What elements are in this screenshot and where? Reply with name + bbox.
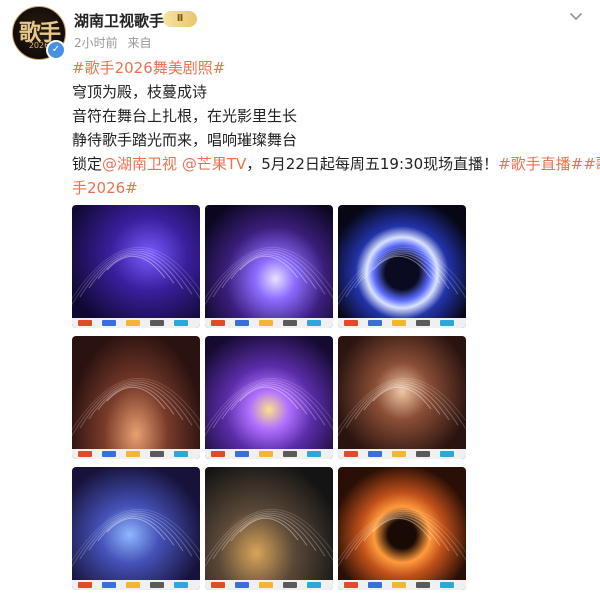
sponsor-logo xyxy=(174,582,188,588)
sponsor-logo xyxy=(235,320,249,326)
sponsor-logo xyxy=(211,451,225,457)
stage-lights xyxy=(338,378,466,437)
stage-photo-9[interactable] xyxy=(338,467,466,590)
sponsor-logo xyxy=(78,451,92,457)
post-line: 静待歌手踏光而来，唱响璀璨舞台 xyxy=(72,128,592,152)
sponsor-logo xyxy=(440,582,454,588)
stage-lights xyxy=(338,509,466,568)
stage-lights xyxy=(72,509,200,568)
stage-photo-3[interactable] xyxy=(338,205,466,328)
stage-lights xyxy=(338,247,466,306)
chevron-down-icon[interactable] xyxy=(566,6,586,26)
stage-lights xyxy=(205,509,333,568)
verified-icon: ✓ xyxy=(46,40,66,60)
sponsor-logo xyxy=(392,582,406,588)
stage-lights xyxy=(205,247,333,306)
sponsor-logo xyxy=(78,582,92,588)
sponsor-strip xyxy=(205,580,333,590)
sponsor-logo xyxy=(368,582,382,588)
sponsor-logo xyxy=(392,320,406,326)
sponsor-strip xyxy=(338,580,466,590)
sponsor-logo xyxy=(174,320,188,326)
post-line: 穹顶为殿，枝蔓成诗 xyxy=(72,80,592,104)
sponsor-strip xyxy=(72,580,200,590)
sponsor-logo xyxy=(102,320,116,326)
sponsor-logo xyxy=(78,320,92,326)
sponsor-logo xyxy=(211,582,225,588)
sponsor-logo xyxy=(126,582,140,588)
stage-lights xyxy=(205,378,333,437)
post-text-segment: 音符在舞台上扎根，在光影里生长 xyxy=(72,107,298,125)
sponsor-logo xyxy=(102,582,116,588)
mention-link[interactable]: @湖南卫视 xyxy=(102,155,177,173)
post-source: 来自 xyxy=(127,36,152,50)
post-text-segment: 穹顶为殿，枝蔓成诗 xyxy=(72,83,208,101)
hashtag-link[interactable]: 手2026# xyxy=(72,179,138,197)
sponsor-strip xyxy=(205,318,333,328)
post-time: 2小时前 xyxy=(74,36,118,50)
sponsor-logo xyxy=(283,451,297,457)
sponsor-logo xyxy=(126,451,140,457)
sponsor-logo xyxy=(235,582,249,588)
stage-photo-8[interactable] xyxy=(205,467,333,590)
account-name[interactable]: 湖南卫视歌手 xyxy=(74,10,164,31)
sponsor-logo xyxy=(392,451,406,457)
sponsor-logo xyxy=(211,320,225,326)
stage-lights xyxy=(72,378,200,437)
post-text-segment: 静待歌手踏光而来，唱响璀璨舞台 xyxy=(72,131,298,149)
sponsor-logo xyxy=(150,320,164,326)
post-text: #歌手2026舞美剧照# 穹顶为殿，枝蔓成诗音符在舞台上扎根，在光影里生长 静待歌手… xyxy=(72,56,600,200)
post-line: 手2026# xyxy=(72,176,592,200)
stage-photo-1[interactable] xyxy=(72,205,200,328)
sponsor-logo xyxy=(259,320,273,326)
stage-photo-5[interactable] xyxy=(205,336,333,459)
mention-link[interactable]: @芒果TV xyxy=(182,155,246,173)
sponsor-logo xyxy=(150,582,164,588)
sponsor-logo xyxy=(102,451,116,457)
sponsor-strip xyxy=(205,449,333,459)
sponsor-logo xyxy=(283,582,297,588)
sponsor-logo xyxy=(368,451,382,457)
sponsor-logo xyxy=(368,320,382,326)
sponsor-logo xyxy=(344,320,358,326)
sponsor-logo xyxy=(307,582,321,588)
sponsor-logo xyxy=(440,320,454,326)
stage-photo-6[interactable] xyxy=(338,336,466,459)
sponsor-logo xyxy=(235,451,249,457)
sponsor-logo xyxy=(416,451,430,457)
level-badge-icon[interactable]: Ⅱ xyxy=(163,11,197,27)
sponsor-logo xyxy=(344,451,358,457)
sponsor-strip xyxy=(72,449,200,459)
stage-photo-2[interactable] xyxy=(205,205,333,328)
sponsor-logo xyxy=(126,320,140,326)
sponsor-logo xyxy=(440,451,454,457)
sponsor-logo xyxy=(307,320,321,326)
sponsor-logo xyxy=(259,582,273,588)
post-text-segment: ，5月22日起每周五19:30现场直播！ xyxy=(246,155,499,173)
sponsor-strip xyxy=(72,318,200,328)
stage-lights xyxy=(72,247,200,306)
sponsor-logo xyxy=(307,451,321,457)
sponsor-logo xyxy=(259,451,273,457)
post-meta: 2小时前 来自 xyxy=(74,34,157,51)
stage-photo-4[interactable] xyxy=(72,336,200,459)
post-line: #歌手2026舞美剧照# xyxy=(72,56,592,80)
sponsor-logo xyxy=(416,320,430,326)
weibo-post: 歌手 2026 ✓ 湖南卫视歌手 Ⅱ 2小时前 来自 #歌手2026舞美剧照# 穹… xyxy=(0,0,600,602)
sponsor-logo xyxy=(283,320,297,326)
hashtag-link[interactable]: #歌手2026舞美剧照# xyxy=(72,59,225,77)
hashtag-link[interactable]: #歌手直播##歌 xyxy=(498,155,600,173)
sponsor-logo xyxy=(174,451,188,457)
post-line: 锁定@湖南卫视 @芒果TV，5月22日起每周五19:30现场直播！#歌手直播##… xyxy=(72,152,600,176)
sponsor-logo xyxy=(344,582,358,588)
level-badge-label: Ⅱ xyxy=(176,13,184,24)
sponsor-strip xyxy=(338,318,466,328)
post-text-segment: 锁定 xyxy=(72,155,103,173)
sponsor-logo xyxy=(416,582,430,588)
stage-photo-7[interactable] xyxy=(72,467,200,590)
sponsor-logo xyxy=(150,451,164,457)
post-line: 音符在舞台上扎根，在光影里生长 xyxy=(72,104,592,128)
sponsor-strip xyxy=(338,449,466,459)
